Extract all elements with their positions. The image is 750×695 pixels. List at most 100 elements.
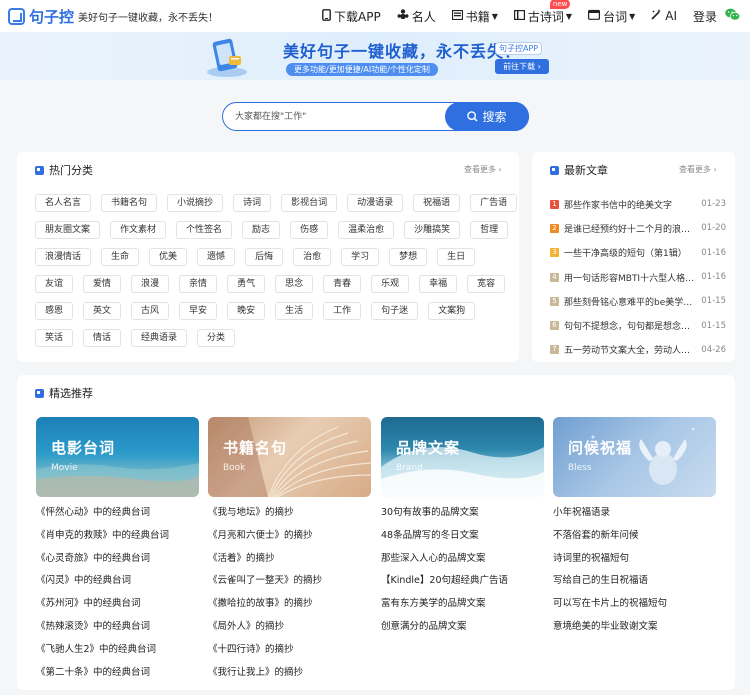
wechat-icon[interactable]	[725, 8, 741, 25]
featured-link[interactable]: 那些深入人心的品牌文案	[381, 548, 556, 571]
category-tag[interactable]: 工作	[323, 302, 362, 320]
banner-download-button[interactable]: 前往下载 ›	[495, 59, 549, 74]
latest-more-link[interactable]: 查看更多 ›	[679, 164, 717, 175]
category-tag[interactable]: 乐观	[371, 275, 410, 293]
category-tag[interactable]: 浪漫情话	[35, 248, 92, 266]
category-tag[interactable]: 广告语	[470, 194, 518, 212]
category-tag[interactable]: 青春	[323, 275, 362, 293]
category-tag[interactable]: 幸福	[419, 275, 458, 293]
article-item[interactable]: 6 句句不提想念，句句都是想念一个人 01-15	[550, 313, 726, 337]
featured-link[interactable]: 《肖申克的救赎》中的经典台词	[36, 525, 211, 548]
category-tag[interactable]: 温柔治愈	[338, 221, 395, 239]
category-tag[interactable]: 动漫语录	[347, 194, 404, 212]
featured-link[interactable]: 《热辣滚烫》中的经典台词	[36, 616, 211, 639]
category-tag[interactable]: 伤感	[290, 221, 329, 239]
category-tag[interactable]: 经典语录	[131, 329, 188, 347]
search-button[interactable]: 搜索	[445, 102, 529, 131]
category-tag[interactable]: 句子迷	[371, 302, 419, 320]
hot-more-link[interactable]: 查看更多 ›	[464, 164, 502, 175]
category-tag[interactable]: 影视台词	[281, 194, 338, 212]
category-tag[interactable]: 生日	[437, 248, 476, 266]
featured-link[interactable]: 《局外人》的摘抄	[208, 616, 383, 639]
featured-link[interactable]: 创意满分的品牌文案	[381, 616, 556, 639]
featured-link[interactable]: 《第二十条》中的经典台词	[36, 662, 211, 685]
category-tag[interactable]: 思念	[275, 275, 314, 293]
featured-link[interactable]: 《月亮和六便士》的摘抄	[208, 525, 383, 548]
category-tag[interactable]: 治愈	[293, 248, 332, 266]
featured-link[interactable]: 《怦然心动》中的经典台词	[36, 502, 211, 525]
category-tag[interactable]: 梦想	[389, 248, 428, 266]
featured-link[interactable]: 《云雀叫了一整天》的摘抄	[208, 570, 383, 593]
category-tag[interactable]: 学习	[341, 248, 380, 266]
article-item[interactable]: 1 那些作家书信中的绝美文字 01-23	[550, 192, 726, 216]
article-item[interactable]: 5 那些刻骨铭心意难平的be美学语录 01-15	[550, 289, 726, 313]
category-tag[interactable]: 文案狗	[428, 302, 476, 320]
nav-celebrity[interactable]: 名人	[397, 8, 436, 25]
featured-link[interactable]: 意境绝美的毕业致谢文案	[553, 616, 728, 639]
category-tag[interactable]: 情话	[83, 329, 122, 347]
category-tag[interactable]: 生活	[275, 302, 314, 320]
bless-feature-card[interactable]: 问候祝福 Bless	[553, 417, 716, 497]
category-tag[interactable]: 名人名言	[35, 194, 92, 212]
nav-poetry[interactable]: 古诗词 ▼ new	[513, 0, 572, 25]
featured-link[interactable]: 富有东方美学的品牌文案	[381, 593, 556, 616]
category-tag[interactable]: 勇气	[227, 275, 266, 293]
category-tag[interactable]: 励志	[242, 221, 281, 239]
category-tag[interactable]: 祝福语	[413, 194, 461, 212]
nav-books[interactable]: 书籍 ▼	[451, 8, 498, 25]
category-tag[interactable]: 爱情	[83, 275, 122, 293]
featured-link[interactable]: 不落俗套的新年问候	[553, 525, 728, 548]
category-tag[interactable]: 作文素材	[110, 221, 167, 239]
category-tag[interactable]: 宽容	[467, 275, 506, 293]
featured-link[interactable]: 《飞驰人生2》中的经典台词	[36, 639, 211, 662]
category-tag[interactable]: 早安	[179, 302, 218, 320]
nav-lines[interactable]: 台词 ▼	[588, 8, 635, 25]
featured-link[interactable]: 诗词里的祝福短句	[553, 548, 728, 571]
category-tag[interactable]: 笑话	[35, 329, 74, 347]
category-tag[interactable]: 优美	[149, 248, 188, 266]
logo[interactable]: 句子控 美好句子一键收藏，永不丢失！	[8, 6, 218, 27]
featured-link[interactable]: 30句有故事的品牌文案	[381, 502, 556, 525]
featured-link[interactable]: 小年祝福语录	[553, 502, 728, 525]
featured-link[interactable]: 《十四行诗》的摘抄	[208, 639, 383, 662]
nav-ai[interactable]: AI	[651, 9, 677, 23]
login-link[interactable]: 登录	[693, 8, 717, 25]
brand-feature-card[interactable]: 品牌文案 Brand	[381, 417, 544, 497]
category-tag[interactable]: 古风	[131, 302, 170, 320]
category-tag[interactable]: 感恩	[35, 302, 74, 320]
category-tag[interactable]: 后悔	[245, 248, 284, 266]
category-tag[interactable]: 分类	[197, 329, 236, 347]
featured-link[interactable]: 可以写在卡片上的祝福短句	[553, 593, 728, 616]
featured-link[interactable]: 《撒哈拉的故事》的摘抄	[208, 593, 383, 616]
category-tag[interactable]: 晚安	[227, 302, 266, 320]
category-tag[interactable]: 友谊	[35, 275, 74, 293]
category-tag[interactable]: 英文	[83, 302, 122, 320]
book-feature-card[interactable]: 书籍名句 Book	[208, 417, 371, 497]
category-tag[interactable]: 浪漫	[131, 275, 170, 293]
featured-link[interactable]: 写给自己的生日祝福语	[553, 570, 728, 593]
movie-feature-card[interactable]: 电影台词 Movie	[36, 417, 199, 497]
featured-link[interactable]: 《闪灵》中的经典台词	[36, 570, 211, 593]
app-download-banner[interactable]: 美好句子一键收藏，永不丢失！ 更多功能/更加便捷/AI功能/个性化定制 句子控A…	[0, 32, 750, 80]
featured-link[interactable]: 《我与地坛》的摘抄	[208, 502, 383, 525]
category-tag[interactable]: 个性签名	[176, 221, 233, 239]
nav-download-app[interactable]: 下载APP	[322, 8, 381, 25]
category-tag[interactable]: 朋友圈文案	[35, 221, 101, 239]
featured-link[interactable]: 《我行让我上》的摘抄	[208, 662, 383, 685]
article-item[interactable]: 4 用一句话形容MBTI十六型人格特点 01-16	[550, 265, 726, 289]
featured-link[interactable]: 《苏州河》中的经典台词	[36, 593, 211, 616]
category-tag[interactable]: 诗词	[233, 194, 272, 212]
search-input[interactable]	[223, 103, 445, 130]
featured-link[interactable]: 《心灵奇旅》中的经典台词	[36, 548, 211, 571]
category-tag[interactable]: 沙雕搞笑	[404, 221, 461, 239]
category-tag[interactable]: 亲情	[179, 275, 218, 293]
category-tag[interactable]: 小说摘抄	[167, 194, 224, 212]
article-item[interactable]: 7 五一劳动节文案大全，劳动人民最光荣 04-26	[550, 338, 726, 362]
category-tag[interactable]: 生命	[101, 248, 140, 266]
article-item[interactable]: 3 一些干净高级的短句（第1辑） 01-16	[550, 241, 726, 265]
category-tag[interactable]: 遗憾	[197, 248, 236, 266]
article-item[interactable]: 2 是谁已经预约好十二个月的浪漫了 01-20	[550, 216, 726, 240]
category-tag[interactable]: 书籍名句	[101, 194, 158, 212]
featured-link[interactable]: 48条品牌写的冬日文案	[381, 525, 556, 548]
featured-link[interactable]: 【Kindle】20句超经典广告语	[381, 570, 556, 593]
